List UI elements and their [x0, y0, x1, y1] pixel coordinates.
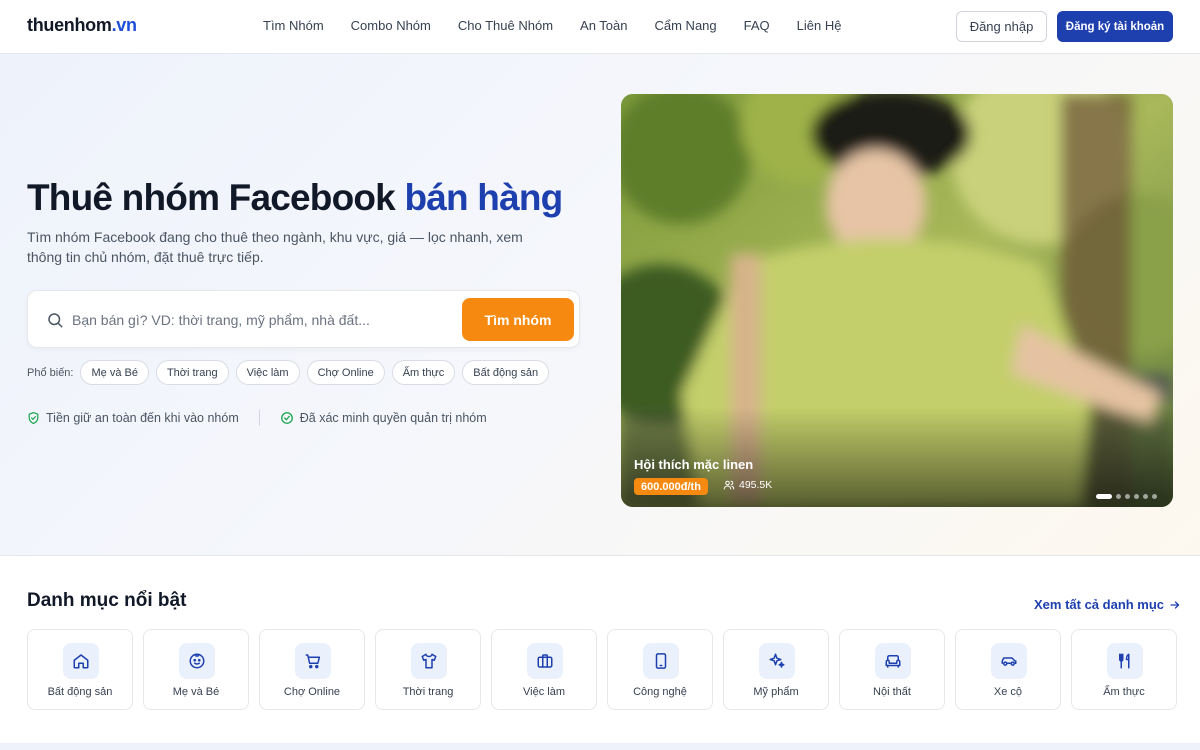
carousel-dot[interactable] [1134, 494, 1139, 499]
category-label: Việc làm [523, 686, 565, 698]
briefcase-icon [527, 643, 563, 679]
featured-group-card[interactable]: Hội thích mặc linen 600.000đ/th 495.5K [621, 94, 1173, 507]
home-icon [63, 643, 99, 679]
category-label: Bất động sản [47, 686, 113, 698]
nav-faq[interactable]: FAQ [744, 18, 770, 33]
popular-tags: Phổ biến: Mẹ và Bé Thời trang Việc làm C… [27, 360, 556, 385]
trust-verified-text: Đã xác minh quyền quản trị nhóm [299, 411, 487, 425]
login-button[interactable]: Đăng nhập [956, 11, 1047, 42]
nav-an-toan[interactable]: An Toàn [580, 18, 627, 33]
carousel-dot[interactable] [1116, 494, 1121, 499]
chip-bat-dong-san[interactable]: Bất động sản [462, 360, 550, 385]
category-label: Mỹ phẩm [753, 686, 799, 698]
categories-title: Danh mục nổi bật [27, 590, 187, 611]
category-cho-online[interactable]: Chợ Online [259, 629, 365, 710]
view-all-categories-link[interactable]: Xem tất cả danh mục [1034, 597, 1181, 612]
category-label: Mẹ và Bé [172, 686, 220, 698]
carousel-dot[interactable] [1152, 494, 1157, 499]
chip-thoi-trang[interactable]: Thời trang [155, 360, 229, 385]
card-price-badge: 600.000đ/th [634, 478, 708, 495]
cart-icon [295, 643, 331, 679]
nav-cho-thue-nhom[interactable]: Cho Thuê Nhóm [458, 18, 553, 33]
chip-am-thuc[interactable]: Ẩm thực [391, 360, 456, 385]
chip-cho-online[interactable]: Chợ Online [306, 360, 385, 385]
trust-item-verified: Đã xác minh quyền quản trị nhóm [280, 411, 487, 425]
carousel-dots [1096, 494, 1157, 499]
carousel-dot[interactable] [1096, 494, 1112, 499]
nav-lien-he[interactable]: Liên Hệ [797, 18, 842, 33]
hero-title: Thuê nhóm Facebook bán hàng [27, 177, 563, 219]
site-logo[interactable]: thuenhom.vn [27, 15, 137, 36]
nav-tim-nhom[interactable]: Tìm Nhóm [263, 18, 324, 33]
category-cong-nghe[interactable]: Công nghệ [607, 629, 713, 710]
view-all-text: Xem tất cả danh mục [1034, 597, 1165, 612]
category-my-pham[interactable]: Mỹ phẩm [723, 629, 829, 710]
popular-label: Phổ biến: [27, 366, 74, 379]
category-me-va-be[interactable]: Mẹ và Bé [143, 629, 249, 710]
search-box: Tìm nhóm [27, 290, 580, 348]
category-am-thuc[interactable]: Ẩm thực [1071, 629, 1177, 710]
register-button[interactable]: Đăng ký tài khoản [1057, 11, 1173, 42]
sparkles-icon [759, 643, 795, 679]
hero-subtitle: Tìm nhóm Facebook đang cho thuê theo ngà… [27, 229, 523, 265]
search-input[interactable] [72, 307, 452, 333]
shield-check-icon [28, 411, 39, 425]
carousel-dot[interactable] [1143, 494, 1148, 499]
trust-divider [258, 410, 260, 426]
hero-section: Thuê nhóm Facebook bán hàng Tìm nhóm Fac… [0, 54, 1200, 556]
logo-text: thuenhom [27, 15, 112, 35]
chip-me-va-be[interactable]: Mẹ và Bé [80, 360, 149, 385]
hero-title-main: Thuê nhóm Facebook [27, 177, 405, 218]
utensils-icon [1107, 643, 1143, 679]
check-circle-icon [280, 412, 293, 424]
category-thoi-trang[interactable]: Thời trang [375, 629, 481, 710]
arrow-right-icon [1170, 600, 1180, 609]
phone-icon [643, 643, 679, 679]
category-label: Công nghệ [633, 686, 687, 698]
logo-tld: .vn [111, 15, 137, 35]
category-label: Ẩm thực [1103, 686, 1145, 698]
next-section-edge [0, 743, 1200, 750]
category-label: Chợ Online [283, 686, 341, 698]
main-nav: Tìm Nhóm Combo Nhóm Cho Thuê Nhóm An Toà… [263, 18, 868, 33]
category-label: Thời trang [402, 686, 454, 698]
category-noi-that[interactable]: Nội thất [839, 629, 945, 710]
trust-escrow-text: Tiền giữ an toàn đến khi vào nhóm [46, 411, 239, 425]
nav-cam-nang[interactable]: Cẩm Nang [655, 18, 717, 33]
category-xe-co[interactable]: Xe cộ [955, 629, 1061, 710]
sofa-icon [875, 643, 911, 679]
car-icon [991, 643, 1027, 679]
carousel-dot[interactable] [1125, 494, 1130, 499]
trust-item-escrow: Tiền giữ an toàn đến khi vào nhóm [27, 411, 239, 425]
category-label: Xe cộ [993, 686, 1023, 698]
card-group-title: Hội thích mặc linen [634, 457, 754, 472]
baby-icon [179, 643, 215, 679]
search-icon [48, 313, 63, 328]
category-grid: Bất động sản Mẹ và Bé Chợ Online Thời tr… [27, 629, 1187, 710]
hero-title-highlight: bán hàng [404, 177, 563, 218]
users-icon [723, 480, 735, 490]
trust-badges: Tiền giữ an toàn đến khi vào nhóm Đã xác… [27, 410, 487, 426]
chip-viec-lam[interactable]: Việc làm [235, 360, 300, 385]
category-label: Nội thất [873, 686, 911, 698]
category-viec-lam[interactable]: Việc làm [491, 629, 597, 710]
category-bat-dong-san[interactable]: Bất động sản [27, 629, 133, 710]
site-header: thuenhom.vn Tìm Nhóm Combo Nhóm Cho Thuê… [0, 0, 1200, 54]
card-members-count: 495.5K [739, 479, 773, 491]
nav-combo-nhom[interactable]: Combo Nhóm [351, 18, 431, 33]
search-button[interactable]: Tìm nhóm [462, 298, 574, 341]
shirt-icon [411, 643, 447, 679]
card-members: 495.5K [723, 479, 772, 491]
